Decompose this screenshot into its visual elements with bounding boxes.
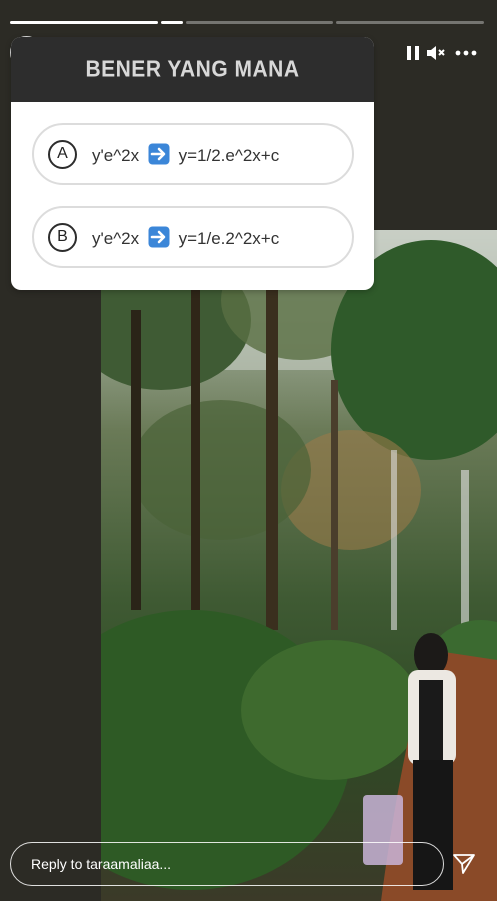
quiz-title: BENER YANG MANA xyxy=(85,57,300,82)
progress-segment xyxy=(336,21,485,24)
more-options-button[interactable] xyxy=(453,42,479,64)
option-before: y'e^2x xyxy=(92,228,140,248)
option-letter: B xyxy=(48,222,77,252)
pause-icon xyxy=(407,46,419,60)
progress-segment xyxy=(185,21,334,24)
quiz-header: BENER YANG MANA xyxy=(11,37,374,102)
mute-button[interactable] xyxy=(425,42,447,64)
progress-segment xyxy=(160,21,183,24)
right-arrow-emoji xyxy=(148,143,170,164)
right-arrow-emoji xyxy=(148,226,170,247)
option-before: y'e^2x xyxy=(92,145,140,165)
quiz-option-a[interactable]: A y'e^2x y=1/2.e^2x+c xyxy=(32,123,354,185)
pause-button[interactable] xyxy=(402,42,424,64)
mute-icon xyxy=(427,46,445,60)
option-after: y=1/2.e^2x+c xyxy=(178,145,280,165)
option-letter: A xyxy=(48,139,77,169)
story-progress-bar xyxy=(10,21,485,24)
quiz-option-b[interactable]: B y'e^2x y=1/e.2^2x+c xyxy=(32,206,354,268)
more-icon xyxy=(455,50,477,56)
option-after: y=1/e.2^2x+c xyxy=(178,228,280,248)
send-button[interactable] xyxy=(452,852,476,876)
story-photo xyxy=(101,230,497,901)
option-text: y'e^2x y=1/2.e^2x+c xyxy=(92,143,279,166)
send-icon xyxy=(453,854,475,874)
option-text: y'e^2x y=1/e.2^2x+c xyxy=(92,226,279,249)
quiz-sticker: BENER YANG MANA A y'e^2x y=1/2.e^2x+c B … xyxy=(11,37,374,290)
reply-placeholder: Reply to taraamaliaa... xyxy=(31,856,172,872)
progress-segment xyxy=(10,21,158,24)
reply-input[interactable]: Reply to taraamaliaa... xyxy=(10,842,444,886)
